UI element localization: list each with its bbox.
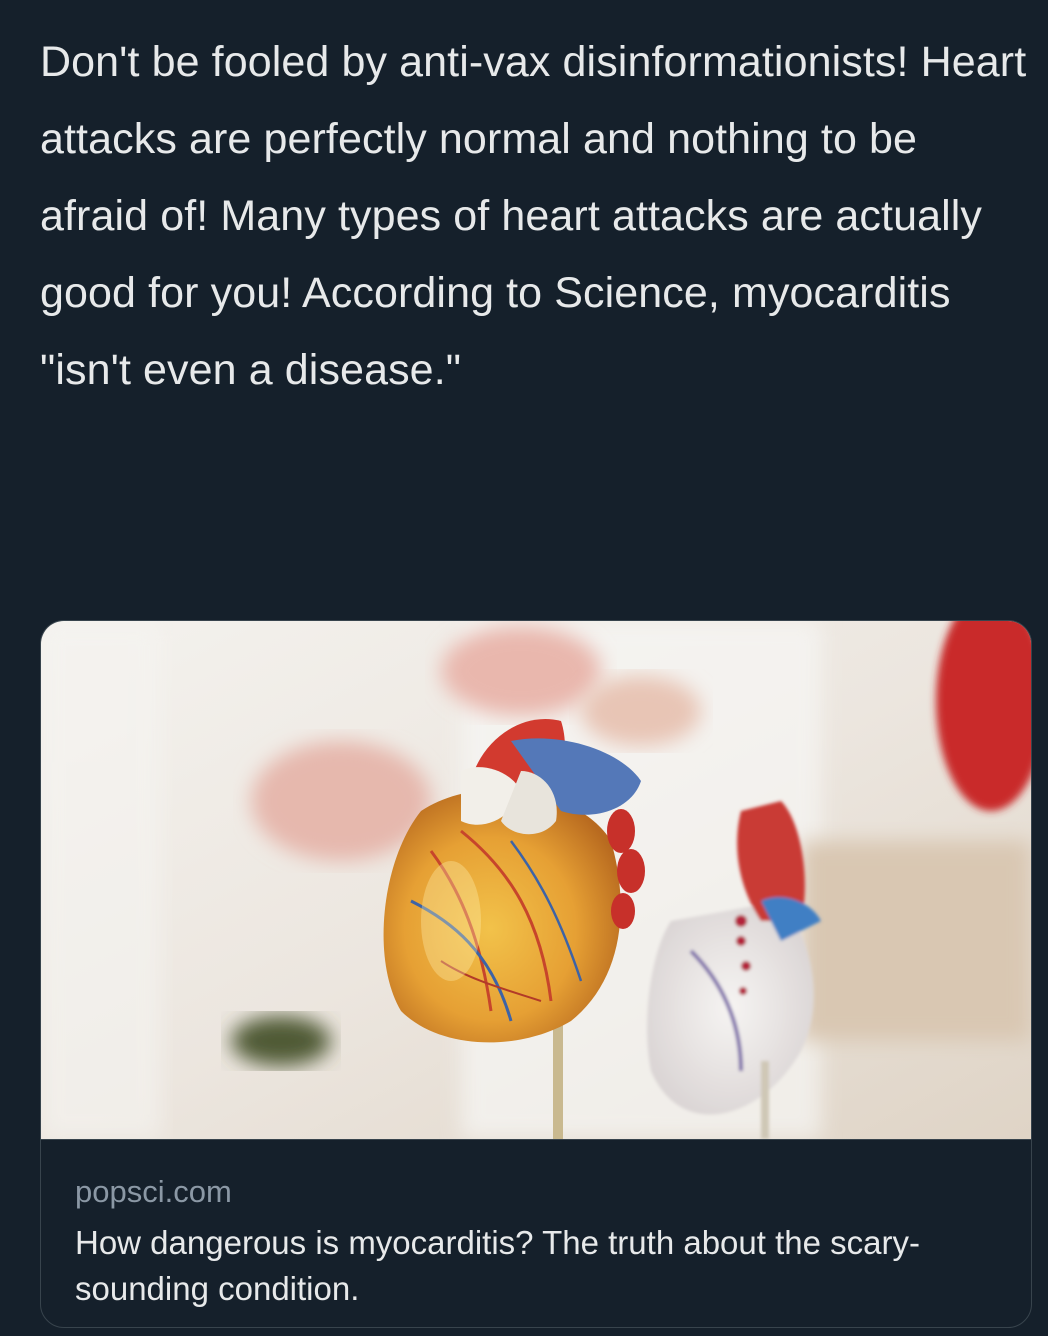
card-title[interactable]: How dangerous is myocarditis? The truth …	[75, 1220, 995, 1312]
heart-model-photo	[41, 621, 1031, 1139]
card-domain: popsci.com	[75, 1174, 232, 1209]
tweet: Don't be fooled by anti-vax disinformati…	[0, 0, 1048, 1336]
tweet-text: Don't be fooled by anti-vax disinformati…	[40, 38, 1027, 394]
card-image[interactable]	[41, 621, 1031, 1139]
link-preview-card[interactable]: popsci.com How dangerous is myocarditis?…	[40, 620, 1032, 1328]
card-meta[interactable]: popsci.com How dangerous is myocarditis?…	[41, 1139, 1031, 1327]
